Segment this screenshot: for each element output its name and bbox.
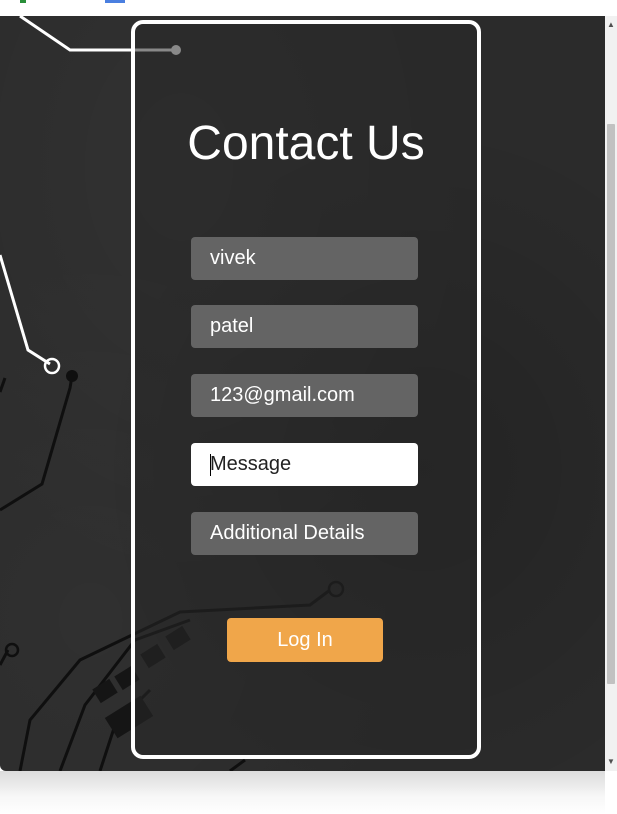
first-name-input[interactable] (191, 237, 418, 280)
vertical-scrollbar[interactable]: ▲ ▼ (605, 16, 617, 771)
last-name-input[interactable] (191, 305, 418, 348)
text-caret (210, 454, 211, 476)
email-input[interactable] (191, 374, 418, 417)
browser-fragment (20, 0, 26, 3)
scroll-up-icon[interactable]: ▲ (605, 18, 617, 32)
top-strip (0, 0, 617, 16)
scroll-thumb[interactable] (607, 124, 615, 684)
scroll-down-icon[interactable]: ▼ (605, 755, 617, 769)
page-title: Contact Us (187, 117, 425, 170)
message-input[interactable] (191, 443, 418, 486)
login-button[interactable]: Log In (227, 618, 383, 662)
browser-fragment (105, 0, 125, 3)
page-bottom-shadow (0, 771, 605, 814)
additional-details-input[interactable] (191, 512, 418, 555)
